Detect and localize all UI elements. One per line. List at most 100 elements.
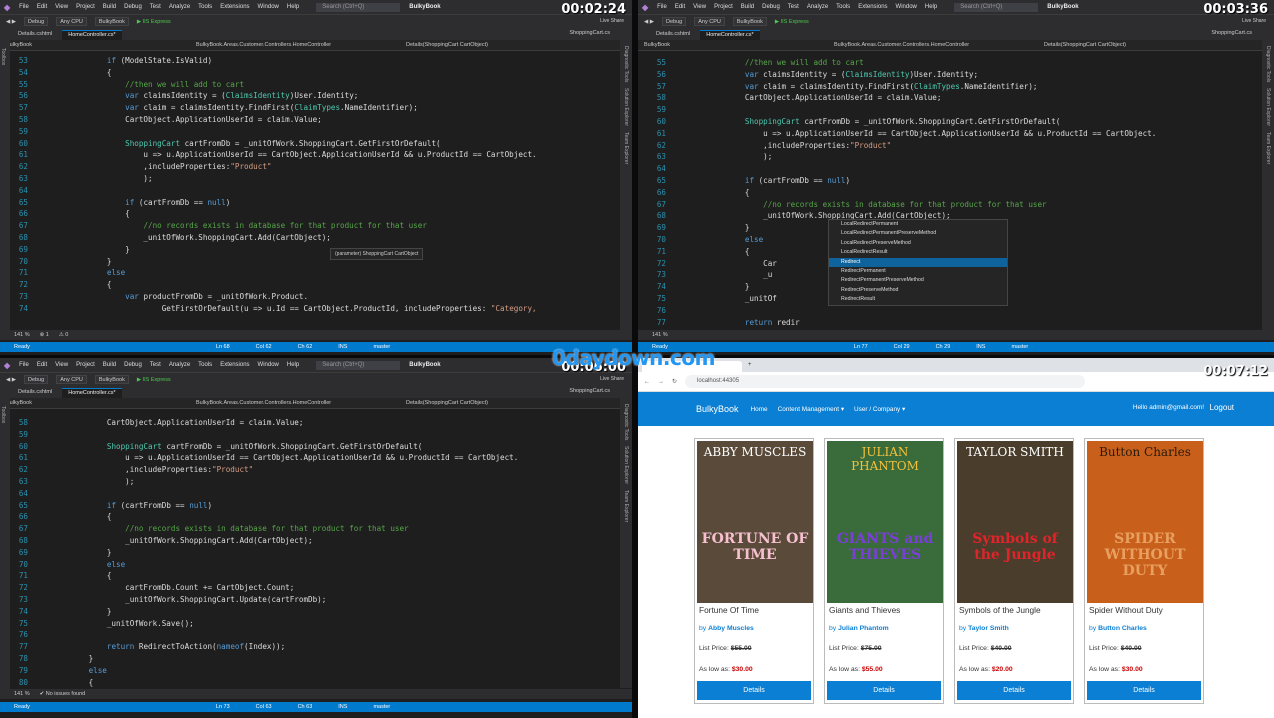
class-dropdown[interactable]: BulkyBook.Areas.Customer.Controllers.Hom… — [190, 400, 400, 406]
team-explorer-tab[interactable]: Team Explorer — [1265, 132, 1271, 164]
product-title[interactable]: Giants and Thieves — [829, 605, 900, 615]
toolbox-tab[interactable]: Toolbox — [0, 48, 6, 65]
diagnostic-tools-tab[interactable]: Diagnostic Tools — [623, 404, 629, 440]
menu-items[interactable]: File Edit View Project Build Debug Test Analyze… — [19, 362, 307, 368]
code-text[interactable]: u => u.ApplicationUserId == CartObject.A… — [52, 452, 518, 464]
code-line[interactable]: 58 CartObject.ApplicationUserId = claim.… — [12, 417, 606, 429]
tab-details[interactable]: Details.cshtml — [12, 388, 58, 398]
code-line[interactable]: 76 — [12, 629, 606, 641]
code-text[interactable]: { — [52, 279, 112, 291]
code-line[interactable]: 64 — [12, 488, 606, 500]
reload-icon[interactable]: ↻ — [672, 378, 677, 385]
code-text[interactable]: _unitOfWork.Save(); — [52, 618, 194, 630]
menu-build[interactable]: Build — [103, 362, 116, 368]
liveshare-button[interactable]: Live Share — [1242, 18, 1266, 24]
method-dropdown[interactable]: Details(ShoppingCart CartObject) — [400, 42, 488, 48]
code-line[interactable]: 61 u => u.ApplicationUserId == CartObjec… — [12, 452, 606, 464]
menu-file[interactable]: File — [19, 362, 29, 368]
code-text[interactable]: { — [52, 511, 112, 523]
project-select[interactable]: BulkyBook — [94, 17, 129, 26]
code-text[interactable]: var claimsIdentity = (ClaimsIdentity)Use… — [52, 90, 358, 102]
tab-shoppingcart[interactable]: ShoppingCart.cs — [569, 388, 610, 394]
menu-edit[interactable]: Edit — [37, 4, 47, 10]
code-text[interactable]: else — [52, 559, 125, 571]
class-dropdown[interactable]: BulkyBook.Areas.Customer.Controllers.Hom… — [828, 42, 1038, 48]
project-dropdown[interactable]: BulkyBook — [638, 42, 828, 48]
code-line[interactable]: 61 u => u.ApplicationUserId == CartObjec… — [650, 128, 1248, 140]
git-branch[interactable]: master — [373, 704, 390, 710]
menu-analyze[interactable]: Analyze — [807, 4, 828, 10]
code-line[interactable]: 66 { — [12, 511, 606, 523]
intellisense-item[interactable]: RedirectResult — [829, 295, 1007, 304]
nav-home[interactable]: Home — [751, 406, 768, 413]
menu-items[interactable]: File Edit View Project Build Debug Test Analyze… — [657, 4, 945, 10]
git-branch[interactable]: master — [373, 344, 390, 350]
code-line[interactable]: 60 ShoppingCart cartFromDb = _unitOfWork… — [12, 138, 606, 150]
code-text[interactable]: ,includeProperties:"Product" — [690, 140, 891, 152]
code-text[interactable]: if (cartFromDb == null) — [690, 175, 850, 187]
code-text[interactable]: if (ModelState.IsValid) — [52, 55, 212, 67]
code-text[interactable]: ); — [52, 173, 152, 185]
menu-edit[interactable]: Edit — [675, 4, 685, 10]
code-line[interactable]: 73 var productFromDb = _unitOfWork.Produ… — [12, 291, 606, 303]
config-select[interactable]: Debug — [24, 375, 49, 384]
team-explorer-tab[interactable]: Team Explorer — [623, 490, 629, 522]
code-text[interactable]: } — [690, 281, 750, 293]
menu-help[interactable]: Help — [287, 4, 299, 10]
code-text[interactable]: //no records exists in database for that… — [52, 523, 408, 535]
code-text[interactable]: } — [52, 653, 94, 665]
book-cover-image[interactable]: Button Charles SPIDER WITHOUT DUTY — [1087, 441, 1203, 603]
code-line[interactable]: 69 } — [12, 244, 606, 256]
search-input[interactable]: Search (Ctrl+Q) — [954, 2, 1039, 12]
menu-help[interactable]: Help — [287, 362, 299, 368]
zoom-level[interactable]: 141 % — [652, 332, 668, 338]
new-tab-icon[interactable]: + — [748, 362, 752, 368]
code-text[interactable]: if (cartFromDb == null) — [52, 197, 230, 209]
project-select[interactable]: BulkyBook — [732, 17, 767, 26]
code-line[interactable]: 72 { — [12, 279, 606, 291]
intellisense-item[interactable]: LocalRedirectResult — [829, 248, 1007, 257]
logout-link[interactable]: Logout — [1210, 403, 1234, 412]
code-text[interactable]: { — [52, 677, 94, 689]
menu-debug[interactable]: Debug — [124, 362, 142, 368]
code-text[interactable]: { — [690, 246, 750, 258]
back-icon[interactable]: ← — [644, 379, 650, 385]
code-text[interactable]: cartFromDb.Count += CartObject.Count; — [52, 582, 294, 594]
code-line[interactable]: 68 _unitOfWork.ShoppingCart.Add(CartObje… — [12, 535, 606, 547]
code-text[interactable]: var claim = claimsIdentity.FindFirst(Cla… — [52, 102, 418, 114]
code-text[interactable]: return RedirectToAction(nameof(Index)); — [52, 641, 285, 653]
code-line[interactable]: 72 cartFromDb.Count += CartObject.Count; — [12, 582, 606, 594]
code-line[interactable]: 64 — [650, 163, 1248, 175]
code-line[interactable]: 64 — [12, 185, 606, 197]
code-text[interactable]: _unitOfWork.ShoppingCart.Add(CartObject)… — [52, 535, 312, 547]
menu-window[interactable]: Window — [258, 362, 279, 368]
menu-build[interactable]: Build — [103, 4, 116, 10]
code-line[interactable]: 71 { — [12, 570, 606, 582]
code-line[interactable]: 67 //no records exists in database for t… — [12, 220, 606, 232]
code-text[interactable]: CartObject.ApplicationUserId = claim.Val… — [52, 417, 304, 429]
book-cover-image[interactable]: TAYLOR SMITH Symbols of the Jungle — [957, 441, 1073, 603]
method-dropdown[interactable]: Details(ShoppingCart CartObject) — [400, 400, 488, 406]
code-text[interactable]: _unitOfWork.ShoppingCart.Update(cartFrom… — [52, 594, 326, 606]
menu-view[interactable]: View — [693, 4, 706, 10]
code-text[interactable]: else — [690, 234, 763, 246]
code-text[interactable]: //then we will add to cart — [52, 79, 244, 91]
code-line[interactable]: 67 //no records exists in database for t… — [12, 523, 606, 535]
menu-view[interactable]: View — [55, 4, 68, 10]
code-line[interactable]: 62 ,includeProperties:"Product" — [12, 464, 606, 476]
code-line[interactable]: 66 { — [12, 208, 606, 220]
menu-file[interactable]: File — [657, 4, 667, 10]
code-line[interactable]: 63 ); — [12, 476, 606, 488]
menu-file[interactable]: File — [19, 4, 29, 10]
code-line[interactable]: 77 return RedirectToAction(nameof(Index)… — [12, 641, 606, 653]
menu-project[interactable]: Project — [76, 4, 95, 10]
code-line[interactable]: 53 if (ModelState.IsValid) — [12, 55, 606, 67]
platform-select[interactable]: Any CPU — [694, 17, 725, 26]
code-text[interactable]: { — [52, 208, 130, 220]
menu-edit[interactable]: Edit — [37, 362, 47, 368]
code-line[interactable]: 57 var claim = claimsIdentity.FindFirst(… — [12, 102, 606, 114]
menu-items[interactable]: File Edit View Project Build Debug Test Analyze… — [19, 4, 307, 10]
run-button[interactable]: ▶ IIS Express — [137, 19, 171, 25]
menu-analyze[interactable]: Analyze — [169, 362, 190, 368]
code-line[interactable]: 74 } — [12, 606, 606, 618]
